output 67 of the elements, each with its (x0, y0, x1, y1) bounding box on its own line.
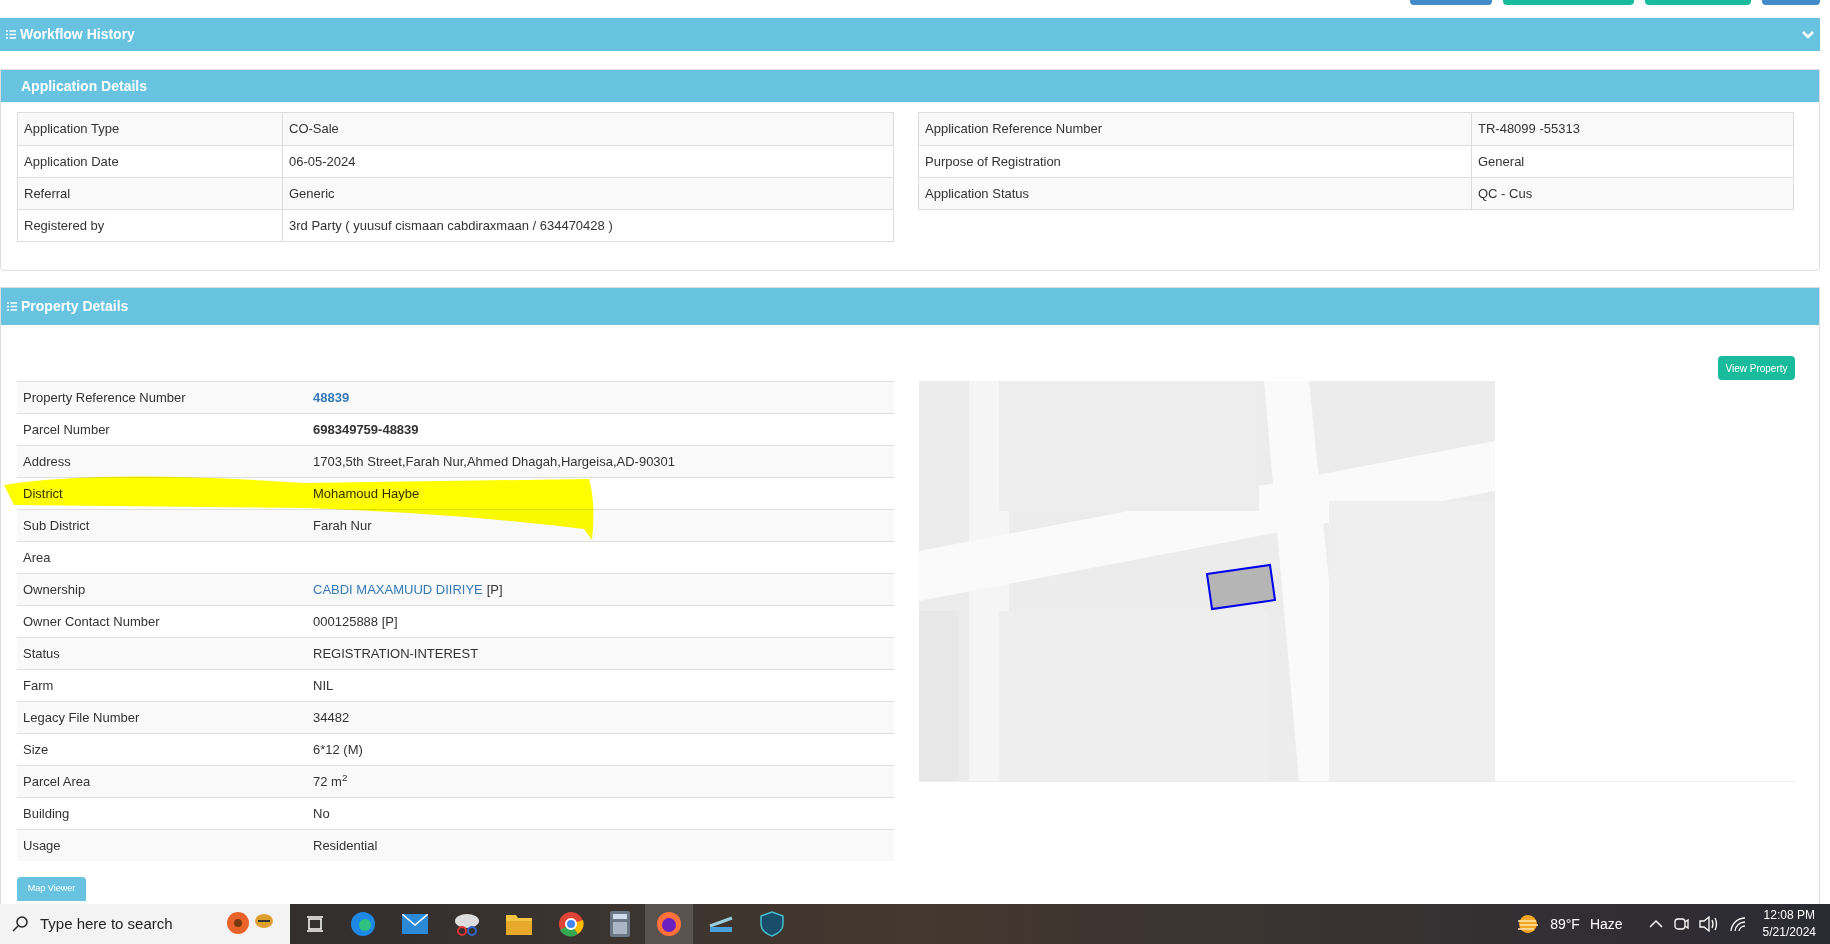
reference-link[interactable]: 48839 (307, 387, 356, 408)
table-cell-text: Area (22, 548, 52, 567)
browser-icon[interactable] (350, 911, 376, 937)
table-cell-text: [P] (486, 580, 503, 599)
table-cell-text: Farah Nur (312, 516, 373, 535)
table-cell-text: 34482 (312, 708, 351, 727)
table-cell-text: 1703,5th Street,Farah Nur,Ahmed Dhagah,Hargeisa,AD-90301 (312, 452, 677, 471)
weather-condition[interactable]: Haze (1589, 913, 1623, 935)
panel-title: Application Details (21, 76, 148, 96)
firefox-icon (656, 911, 682, 937)
table-cell-text: District (22, 484, 64, 503)
table-cell-text: Property Reference Number (22, 388, 187, 407)
table-cell-text: Usage (22, 836, 62, 855)
table-cell-text: Generic (288, 184, 336, 203)
table-cell-text: Sub District (22, 516, 91, 535)
mail-icon[interactable] (402, 914, 428, 934)
wifi-icon[interactable] (1728, 916, 1747, 932)
panel-title: Workflow History (20, 25, 135, 44)
table-cell-text: 6*12 (M) (312, 740, 364, 759)
table-cell-text: 3rd Party ( yuusuf cismaan cabdiraxmaan / 634470428 ) (288, 216, 614, 235)
shield-icon[interactable] (760, 911, 784, 937)
clock-date[interactable]: 5/21/2024 (1762, 924, 1816, 941)
list-icon (6, 30, 16, 39)
owner-link[interactable]: CABDI MAXAMUUD DIIRIYE (313, 579, 483, 600)
table-cell-text: Parcel Area (22, 772, 92, 791)
table-cell-text: Ownership (22, 580, 87, 599)
clock-time[interactable]: 12:08 PM (1763, 907, 1815, 924)
table-cell-text: Residential (312, 836, 379, 855)
scanner-icon[interactable] (708, 914, 734, 934)
meet-now-icon[interactable] (1672, 916, 1689, 932)
table-cell-text: 72 m$^{2}$ (312, 771, 349, 791)
taskbar-active-item[interactable] (645, 904, 693, 944)
table-cell-text: 000125888 [P] (312, 612, 399, 631)
table-cell-text: Mohamoud Haybe (312, 484, 421, 503)
table-cell-text: 698349759-48839 (312, 420, 420, 439)
search-icon (12, 916, 28, 932)
chrome-icon[interactable] (558, 911, 584, 937)
table-cell-text: Status (22, 644, 61, 663)
task-view-icon[interactable] (306, 915, 324, 933)
table-cell: Application Status (919, 178, 1472, 209)
folder-icon[interactable] (506, 913, 532, 935)
table-cell-text: No (312, 804, 331, 823)
panel-title: Property Details (21, 297, 129, 316)
table-cell-text: NIL (312, 676, 335, 695)
search-field[interactable]: Type here to search (0, 904, 290, 944)
table-cell-text: REGISTRATION-INTEREST (312, 644, 480, 663)
table-cell-text: Parcel Number (22, 420, 111, 439)
weather-icon (1516, 914, 1541, 934)
chevron-up-icon[interactable] (1648, 919, 1663, 929)
table-cell-text: Farm (22, 676, 55, 695)
table-cell: Registered by (18, 210, 283, 241)
table-cell-text: 06-05-2024 (288, 152, 357, 171)
table-cell-text: Owner Contact Number (22, 612, 161, 631)
table-cell-text: Building (22, 804, 71, 823)
snipping-tool-icon[interactable] (454, 912, 480, 936)
search-placeholder: Type here to search (40, 913, 173, 934)
table-cell-text: General (1477, 152, 1526, 171)
table-cell-text: Legacy File Number (22, 708, 141, 727)
weather-temperature[interactable]: 89°F (1550, 913, 1580, 935)
table-cell-text: TR-48099 -55313 (1477, 120, 1581, 139)
table-cell-text: Size (22, 740, 50, 759)
table-cell-text: Address (22, 452, 72, 471)
table-cell-text: QC - Cus (1477, 184, 1534, 203)
speaker-icon[interactable] (1698, 916, 1719, 932)
table-cell-text: CO-Sale (288, 120, 340, 139)
list-icon (7, 302, 17, 311)
calculator-icon[interactable] (610, 911, 630, 937)
